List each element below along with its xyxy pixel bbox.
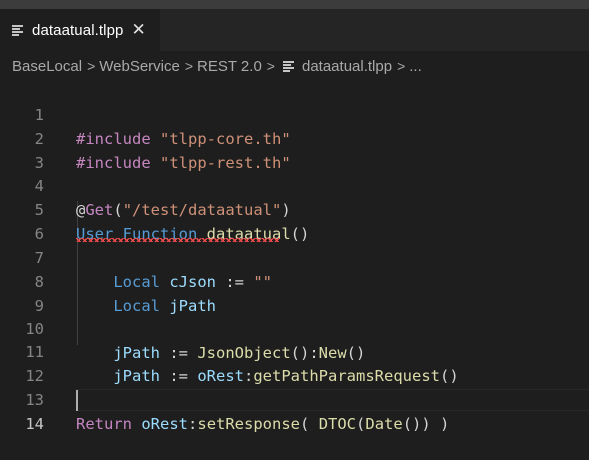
close-icon[interactable]: ✕ — [131, 20, 145, 40]
tab-bar: dataatual.tlpp ✕ — [0, 9, 589, 51]
file-lines-icon — [12, 24, 23, 36]
code-line-14[interactable]: 14 — [0, 388, 589, 433]
breadcrumb-item-file[interactable]: dataatual.tlpp — [302, 58, 392, 75]
breadcrumb: BaseLocal > WebService > REST 2.0 > data… — [0, 51, 589, 81]
breadcrumb-separator: > — [184, 58, 194, 74]
breadcrumb-item-webservice[interactable]: WebService — [99, 58, 180, 75]
code-line-9[interactable]: 9 — [0, 270, 589, 315]
code-line-5[interactable]: 5 User Function dataatual() — [0, 174, 589, 243]
code-editor[interactable]: 1 #include "tlpp-core.th" 2 #include "tl… — [0, 81, 589, 453]
code-line-8[interactable]: 8 Local jPath — [0, 246, 589, 315]
code-line-13[interactable]: 13 Return oRest:setResponse( DTOC(Date()… — [0, 364, 589, 433]
code-line-10[interactable]: 10 jPath := JsonObject():New() — [0, 293, 589, 362]
code-line-6[interactable]: 6 — [0, 198, 589, 243]
title-bar-strip — [0, 0, 589, 9]
tab-dataatual[interactable]: dataatual.tlpp ✕ — [0, 9, 160, 51]
code-line-4[interactable]: 4 @Get("/test/dataatual") — [0, 150, 589, 219]
code-line-12[interactable]: 12 — [0, 340, 589, 385]
line-number: 14 — [25, 415, 44, 433]
code-line-7[interactable]: 7 Local cJson := "" — [0, 222, 589, 291]
code-line-3[interactable]: 3 — [0, 127, 589, 172]
code-line-11[interactable]: 11 jPath := oRest:getPathParamsRequest() — [0, 316, 589, 385]
breadcrumb-separator: > — [87, 58, 96, 74]
error-squiggle — [76, 238, 280, 242]
tab-label: dataatual.tlpp — [32, 21, 124, 39]
breadcrumb-item-more[interactable]: ... — [409, 58, 422, 75]
breadcrumb-item-baselocal[interactable]: BaseLocal — [12, 58, 82, 75]
file-lines-icon — [282, 60, 294, 72]
breadcrumb-separator: > — [266, 58, 275, 74]
breadcrumb-item-rest[interactable]: REST 2.0 — [197, 58, 262, 75]
code-line-1[interactable]: 1 #include "tlpp-core.th" — [0, 79, 589, 148]
breadcrumb-separator: > — [397, 58, 406, 74]
code-line-2[interactable]: 2 #include "tlpp-rest.th" — [0, 103, 589, 172]
line-content: Return oRest:setResponse( DTOC(Date()) ) — [76, 415, 450, 433]
text-cursor — [76, 390, 78, 411]
